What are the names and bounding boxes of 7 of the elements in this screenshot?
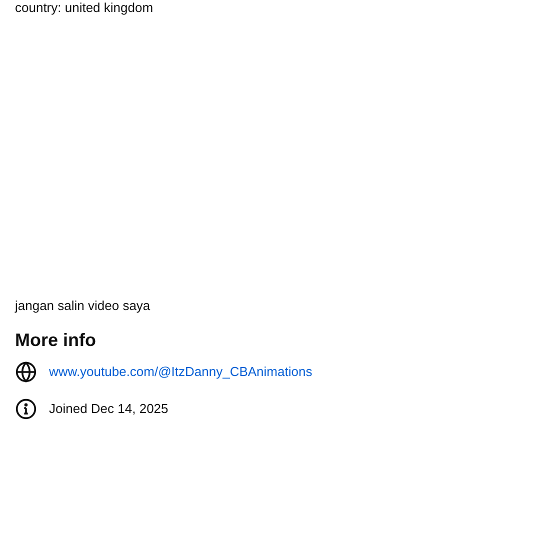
section-title: More info [15,329,97,351]
globe-icon [15,361,37,383]
info-icon [15,398,37,420]
channel-link[interactable]: www.youtube.com/@ItzDanny_CBAnimations [49,362,312,382]
description-text: jangan salin video saya [15,298,152,314]
joined-date: Joined Dec 14, 2025 [49,400,168,418]
description-text: country: united kingdom [15,0,154,16]
